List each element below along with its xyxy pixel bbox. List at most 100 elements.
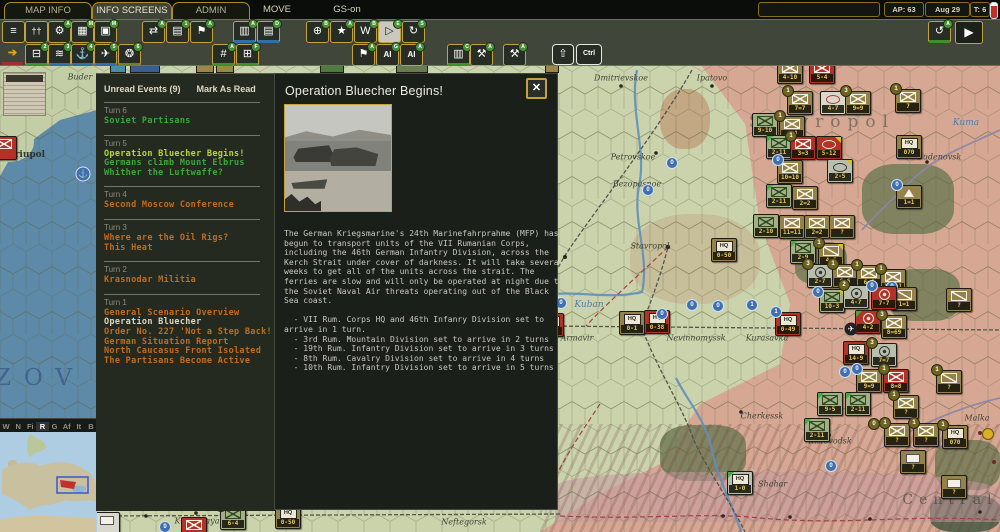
unit-counter[interactable]: HQ0-491	[775, 312, 801, 336]
tab-gs-on[interactable]: GS-on	[322, 2, 372, 18]
tab-move[interactable]: MOVE	[252, 2, 302, 18]
unit-counter[interactable]: 9=90	[856, 369, 882, 393]
unit-counter[interactable]: HQ0-50	[711, 238, 737, 262]
unit-counter[interactable]: ?	[946, 288, 972, 312]
unit-counter[interactable]: 7=71	[787, 91, 813, 115]
toolbar-depot-icon[interactable]: ⊞F	[236, 44, 259, 66]
toolbar-losses-icon[interactable]: ††	[25, 21, 48, 43]
toolbar-naval-air-icon[interactable]: ❂6	[118, 44, 141, 66]
unit-counter[interactable]: 7-70	[871, 286, 897, 310]
event-item-second-moscow-conference[interactable]: Second Moscow Conference	[104, 201, 274, 211]
event-item-this-heat[interactable]: This Heat	[104, 244, 274, 254]
end-turn-button[interactable]: ▶	[955, 21, 983, 44]
toolbar-unit-stats-icon[interactable]: ▥A	[233, 21, 256, 43]
icon-underline	[26, 63, 47, 66]
toolbar-map-overview-icon[interactable]: ▣M	[94, 21, 117, 43]
toolbar-jump-icon[interactable]: ⇄A	[142, 21, 165, 43]
unit-counter[interactable]: ?1	[913, 423, 939, 447]
unit-counter[interactable]: 4-10	[777, 64, 803, 84]
toolbar-entrench-icon[interactable]: ⚒A	[470, 44, 493, 66]
unit-counter[interactable]: 9-5	[817, 392, 843, 416]
unit-counter[interactable]: 10=100	[777, 160, 803, 184]
unit-counter[interactable]: 5-4	[809, 64, 835, 84]
unit-counter[interactable]: 2=2	[792, 186, 818, 210]
close-icon[interactable]: ✕	[526, 78, 547, 99]
mark-as-read-button[interactable]: Mark As Read	[197, 84, 256, 94]
strategic-minimap[interactable]	[0, 432, 97, 532]
toolbar-ai-ground-icon[interactable]: AIG	[376, 44, 399, 66]
tab-map-info[interactable]: MAP INFO	[4, 2, 92, 19]
event-newspaper-thumbnail[interactable]	[3, 72, 46, 116]
unit-counter[interactable]	[94, 512, 120, 532]
toolbar-event-log-icon[interactable]: ▤1	[166, 21, 189, 43]
nation-tab-g[interactable]: G	[49, 422, 61, 431]
unit-counter[interactable]: HQ070	[896, 135, 922, 159]
toolbar-ai-air-icon[interactable]: AIA	[400, 44, 423, 66]
event-item-the-partisans-become-active[interactable]: The Partisans Become Active	[104, 357, 274, 367]
unit-counter[interactable]: HQ1-0	[727, 471, 753, 495]
toolbar-amphibious-icon[interactable]: ⚓4	[71, 44, 94, 66]
unit-counter[interactable]: ?	[829, 215, 855, 239]
event-item-soviet-partisans[interactable]: Soviet Partisans	[104, 117, 274, 127]
unit-symbol-box	[947, 479, 961, 488]
toolbar-orders-flag-icon[interactable]: ⚑A	[352, 44, 375, 66]
unit-counter[interactable]: 9=93	[845, 91, 871, 115]
tab-admin[interactable]: ADMIN	[172, 2, 250, 19]
toolbar-metrics-icon[interactable]: ▦M	[71, 21, 94, 43]
unit-counter[interactable]: 8=693	[881, 315, 907, 339]
toolbar-replay-icon[interactable]: ↻S	[402, 21, 425, 43]
toolbar-announcements-icon[interactable]: ▷E	[378, 21, 401, 43]
toolbar-rail-transport-icon[interactable]: ⊟2	[25, 44, 48, 66]
unit-symbol-inf	[809, 421, 825, 431]
unit-counter[interactable]: ?	[900, 450, 926, 474]
event-item-whither-the-luftwaffe[interactable]: Whither the Luftwaffe?	[104, 169, 274, 179]
shift-key-button[interactable]: ⇧	[552, 44, 574, 65]
toolbar-sea-transport-icon[interactable]: ≋3	[48, 44, 71, 66]
toolbar-supply-unit-icon[interactable]: ▥C	[447, 44, 470, 66]
toolbar-oob-icon[interactable]: ▤D	[257, 21, 280, 43]
unit-counter[interactable]: HQ14-9	[843, 341, 869, 365]
unit-counter[interactable]: 2=2	[804, 215, 830, 239]
unit-counter[interactable]: 11=11	[779, 215, 805, 239]
toolbar-event-flags-icon[interactable]: ⚑A	[190, 21, 213, 43]
event-item-krasnodar-militia[interactable]: Krasnodar Militia	[104, 276, 274, 286]
toolbar-move-mode-icon[interactable]: ➔	[2, 44, 23, 64]
toolbar-rail-network-icon[interactable]: #A	[212, 44, 235, 66]
toolbar-refresh-icon[interactable]: ↺A	[928, 21, 951, 43]
toolbar-objectives-icon[interactable]: ★A	[330, 21, 353, 43]
unit-counter[interactable]	[0, 136, 17, 160]
nation-tab-af[interactable]: Af	[61, 422, 73, 431]
event-photo	[284, 104, 392, 212]
nation-tab-fi[interactable]: Fi	[24, 422, 36, 431]
unit-counter[interactable]: 4-72	[843, 285, 869, 309]
tab-info-screens[interactable]: INFO SCREENS	[92, 2, 172, 19]
unit-symbol-inf	[797, 189, 813, 199]
unit-counter[interactable]: 1=10	[896, 185, 922, 209]
unit-counter[interactable]	[181, 517, 207, 532]
unit-counter[interactable]: ?1	[936, 370, 962, 394]
unit-counter[interactable]: 2-11	[845, 392, 871, 416]
ctrl-key-button[interactable]: Ctrl	[576, 44, 602, 65]
unit-counter[interactable]: 2-11	[766, 184, 792, 208]
unit-counter[interactable]: 2-11	[804, 418, 830, 442]
toolbar-engineer-icon[interactable]: ⚒A	[503, 44, 526, 66]
unit-counter[interactable]: 3=31	[790, 136, 816, 160]
unit-counter[interactable]: ?1	[884, 423, 910, 447]
toolbar-war-overview-icon[interactable]: WB	[354, 21, 377, 43]
unit-counter[interactable]: HQ0701	[942, 425, 968, 449]
toolbar-airborne-icon[interactable]: ✈5	[94, 44, 117, 66]
unit-counter[interactable]: ?1	[893, 395, 919, 419]
unit-counter[interactable]: 2-10	[753, 214, 779, 238]
toolbar-reports-icon[interactable]: ≡	[2, 21, 25, 43]
nation-tab-it[interactable]: It	[73, 422, 85, 431]
unit-counter[interactable]: ?	[941, 475, 967, 499]
nation-tab-n[interactable]: N	[12, 422, 24, 431]
toolbar-settings-icon[interactable]: ⚙A	[48, 21, 71, 43]
unit-counter[interactable]: 71	[895, 89, 921, 113]
unit-counter[interactable]: HQ0-1	[619, 311, 645, 335]
toolbar-globe-icon[interactable]: ⊕B	[306, 21, 329, 43]
unit-counter[interactable]: 5-12	[816, 136, 842, 160]
nation-tab-w[interactable]: W	[0, 422, 12, 431]
nation-tab-r[interactable]: R	[36, 422, 48, 431]
unit-counter[interactable]: 2-5	[827, 159, 853, 183]
